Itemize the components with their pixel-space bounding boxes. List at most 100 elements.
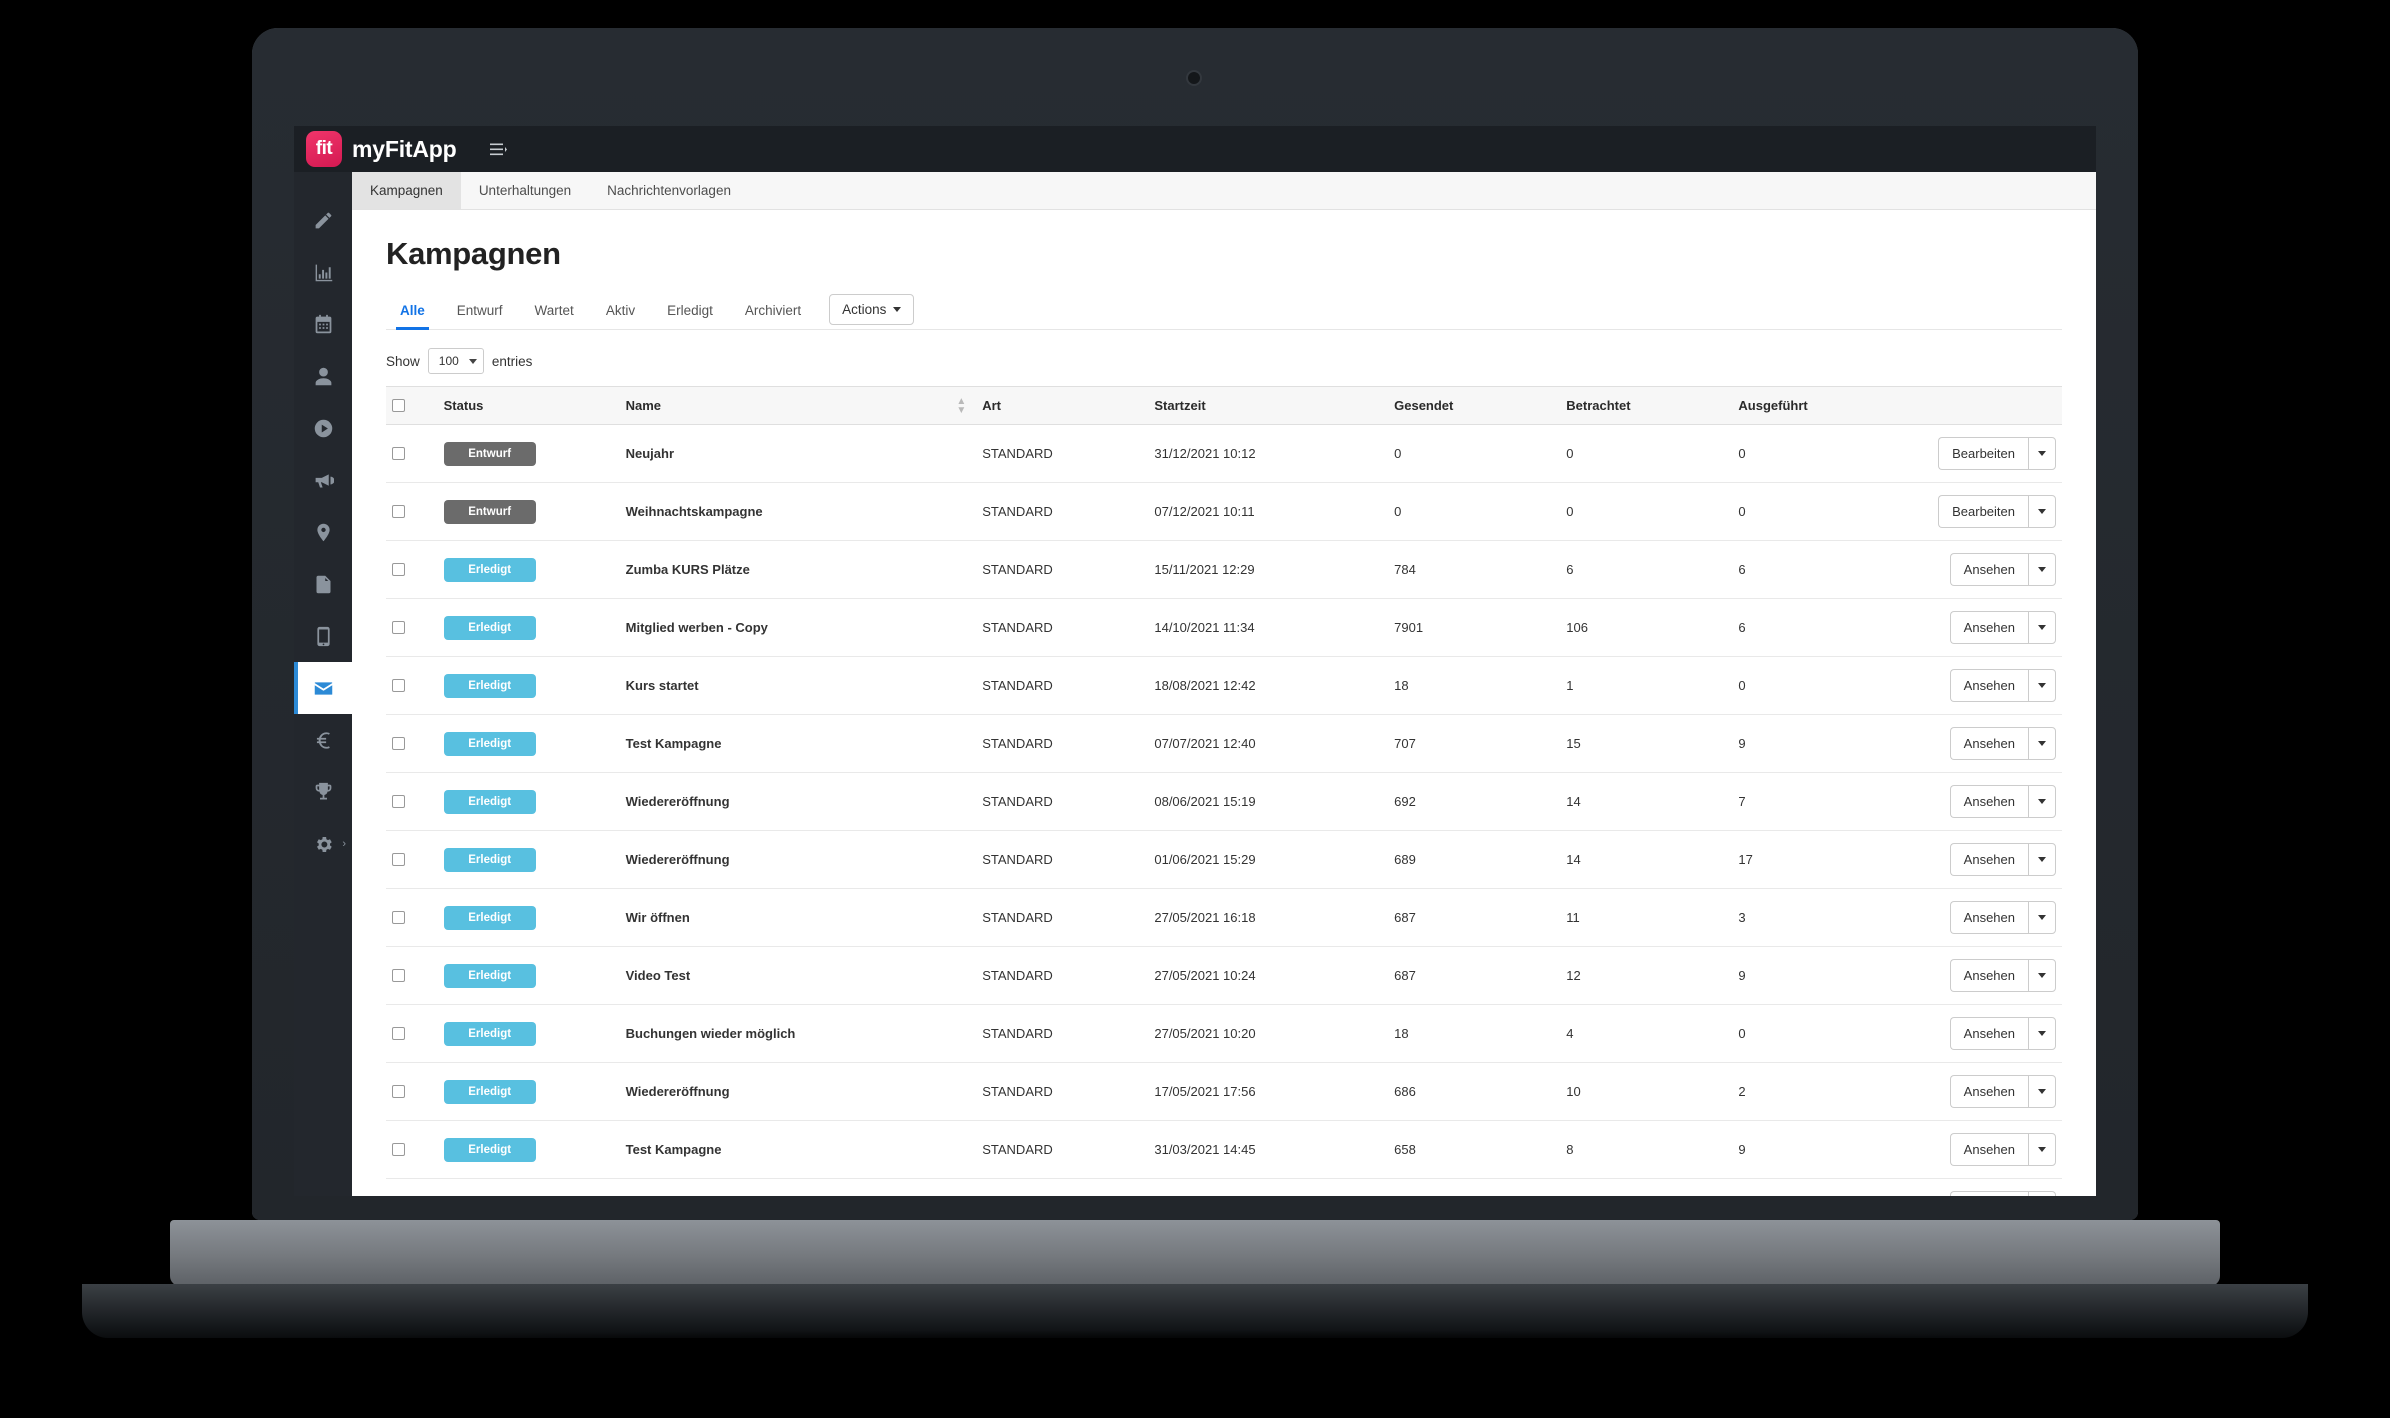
row-checkbox[interactable] — [392, 795, 405, 808]
tab-kampagnen[interactable]: Kampagnen — [352, 172, 461, 209]
row-action-dropdown-toggle[interactable] — [2028, 1133, 2056, 1166]
row-action-dropdown-toggle[interactable] — [2028, 1191, 2056, 1196]
row-action-button[interactable]: Ansehen — [1949, 553, 2028, 586]
row-action-dropdown-toggle[interactable] — [2028, 495, 2056, 528]
table-row[interactable]: Erledigt Test Kampagne STANDARD 31/03/2021 … — [386, 1120, 2062, 1179]
actions-button[interactable]: Actions — [829, 294, 915, 325]
row-checkbox[interactable] — [392, 1085, 405, 1098]
row-action-button[interactable]: Ansehen — [1949, 669, 2028, 702]
row-action-dropdown-toggle[interactable] — [2028, 1017, 2056, 1050]
row-checkbox[interactable] — [392, 447, 405, 460]
column-header-ausgefuehrt[interactable]: Ausgeführt — [1732, 386, 1905, 425]
row-select-cell[interactable] — [386, 1120, 438, 1179]
app-logo[interactable]: fit — [306, 131, 342, 167]
column-header-status[interactable]: Status — [437, 386, 620, 425]
row-checkbox[interactable] — [392, 505, 405, 518]
sidebar-item-settings[interactable]: › — [294, 818, 352, 870]
sidebar-item-locations[interactable] — [294, 506, 352, 558]
row-action-dropdown-toggle[interactable] — [2028, 611, 2056, 644]
row-select-cell[interactable] — [386, 830, 438, 889]
row-select-cell[interactable] — [386, 598, 438, 657]
sidebar-item-marketing[interactable] — [294, 454, 352, 506]
sidebar-item-pencil[interactable] — [294, 194, 352, 246]
row-action-dropdown-toggle[interactable] — [2028, 901, 2056, 934]
sidebar-item-mobile[interactable] — [294, 610, 352, 662]
row-action-button[interactable]: Ansehen — [1949, 843, 2028, 876]
row-select-cell[interactable] — [386, 656, 438, 715]
row-action-button[interactable]: Ansehen — [1949, 1017, 2028, 1050]
row-select-cell[interactable] — [386, 714, 438, 773]
row-select-cell[interactable] — [386, 946, 438, 1005]
row-select-cell[interactable] — [386, 540, 438, 599]
sidebar-item-statistics[interactable] — [294, 246, 352, 298]
row-action-button[interactable]: Ansehen — [1949, 727, 2028, 760]
row-checkbox[interactable] — [392, 1027, 405, 1040]
table-row[interactable]: Erledigt Wiedereröffnung STANDARD 17/05/202… — [386, 1062, 2062, 1121]
tab-unterhaltungen[interactable]: Unterhaltungen — [461, 172, 589, 209]
row-checkbox[interactable] — [392, 679, 405, 692]
row-action-dropdown-toggle[interactable] — [2028, 785, 2056, 818]
select-all-checkbox[interactable] — [392, 399, 405, 412]
row-select-cell[interactable] — [386, 482, 438, 541]
select-all-header[interactable] — [386, 386, 438, 425]
row-action-button[interactable]: Ansehen — [1949, 611, 2028, 644]
row-action-dropdown-toggle[interactable] — [2028, 553, 2056, 586]
sidebar-item-messages[interactable] — [294, 662, 352, 714]
sidebar-item-members[interactable] — [294, 350, 352, 402]
table-row[interactable]: Erledigt Wiedereröffnung STANDARD 01/06/202… — [386, 830, 2062, 889]
column-header-startzeit[interactable]: Startzeit — [1148, 386, 1389, 425]
column-header-betrachtet[interactable]: Betrachtet — [1560, 386, 1733, 425]
row-action-dropdown-toggle[interactable] — [2028, 1075, 2056, 1108]
row-checkbox[interactable] — [392, 621, 405, 634]
row-action-dropdown-toggle[interactable] — [2028, 437, 2056, 470]
filter-chip-wartet[interactable]: Wartet — [521, 295, 588, 329]
sidebar-item-finance[interactable] — [294, 714, 352, 766]
table-row[interactable]: Erledigt Live Kurs 2STANDARD30/09/2020 14… — [386, 1178, 2062, 1196]
row-select-cell[interactable] — [386, 1178, 438, 1196]
row-action-dropdown-toggle[interactable] — [2028, 727, 2056, 760]
row-select-cell[interactable] — [386, 772, 438, 831]
table-row[interactable]: Erledigt Mitglied werben - Copy STANDARD 14… — [386, 598, 2062, 657]
row-select-cell[interactable] — [386, 1004, 438, 1063]
filter-chip-archiviert[interactable]: Archiviert — [731, 295, 815, 329]
table-row[interactable]: Entwurf Neujahr STANDARD 31/12/2021 10:12 0 0… — [386, 424, 2062, 483]
row-action-dropdown-toggle[interactable] — [2028, 843, 2056, 876]
row-checkbox[interactable] — [392, 737, 405, 750]
column-header-art[interactable]: Art — [976, 386, 1149, 425]
table-row[interactable]: Erledigt Wiedereröffnung STANDARD 08/06/202… — [386, 772, 2062, 831]
column-header-name[interactable]: Name ▲ ▼ — [619, 386, 977, 425]
row-checkbox[interactable] — [392, 563, 405, 576]
filter-chip-aktiv[interactable]: Aktiv — [592, 295, 649, 329]
row-select-cell[interactable] — [386, 424, 438, 483]
table-row[interactable]: Erledigt Video Test STANDARD 27/05/2021 10:… — [386, 946, 2062, 1005]
filter-chip-entwurf[interactable]: Entwurf — [443, 295, 517, 329]
row-select-cell[interactable] — [386, 1062, 438, 1121]
row-action-button[interactable]: Ansehen — [1949, 1133, 2028, 1166]
hamburger-icon[interactable] — [490, 143, 508, 156]
table-row[interactable]: Erledigt Wir öffnen STANDARD 27/05/2021 16:… — [386, 888, 2062, 947]
row-action-button[interactable]: Ansehen — [1949, 901, 2028, 934]
table-row[interactable]: Erledigt Kurs startet STANDARD 18/08/2021 1… — [386, 656, 2062, 715]
sidebar-item-calendar[interactable] — [294, 298, 352, 350]
row-action-button[interactable]: Ansehen — [1949, 785, 2028, 818]
row-action-button[interactable]: Bearbeiten — [1938, 495, 2028, 528]
row-action-button[interactable]: Ansehen — [1949, 959, 2028, 992]
row-checkbox[interactable] — [392, 1143, 405, 1156]
row-select-cell[interactable] — [386, 888, 438, 947]
entries-select[interactable]: 100 — [427, 348, 484, 374]
table-row[interactable]: Erledigt Test Kampagne STANDARD 07/07/2021 … — [386, 714, 2062, 773]
row-checkbox[interactable] — [392, 853, 405, 866]
sidebar-item-challenges[interactable] — [294, 766, 352, 818]
filter-chip-erledigt[interactable]: Erledigt — [653, 295, 727, 329]
row-action-button[interactable]: Ansehen — [1949, 1075, 2028, 1108]
row-action-dropdown-toggle[interactable] — [2028, 669, 2056, 702]
row-action-button[interactable]: Bearbeiten — [1938, 437, 2028, 470]
table-row[interactable]: Erledigt Zumba KURS Plätze STANDARD 15/11/2… — [386, 540, 2062, 599]
row-checkbox[interactable] — [392, 911, 405, 924]
sidebar-item-videos[interactable] — [294, 402, 352, 454]
table-row[interactable]: Entwurf Weihnachtskampagne STANDARD 07/12/2… — [386, 482, 2062, 541]
row-checkbox[interactable] — [392, 969, 405, 982]
row-action-button[interactable]: Ansehen — [1949, 1191, 2028, 1196]
column-header-gesendet[interactable]: Gesendet — [1388, 386, 1561, 425]
sidebar-item-documents[interactable] — [294, 558, 352, 610]
